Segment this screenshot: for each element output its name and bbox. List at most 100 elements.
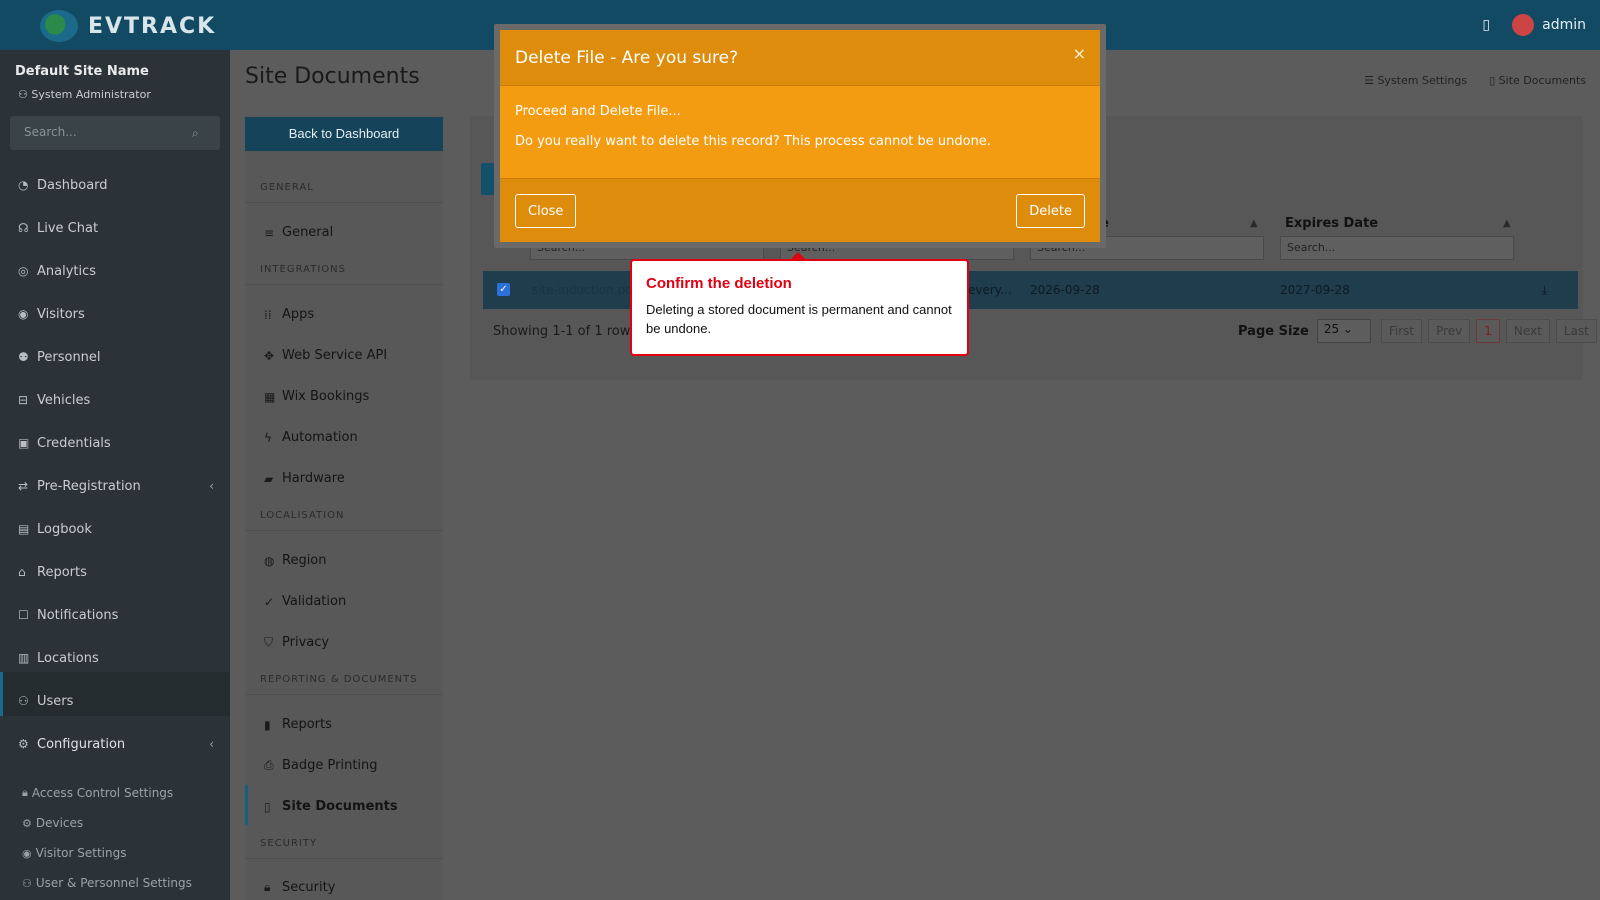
settings-item-privacy[interactable]: ⛉ Privacy [264, 635, 329, 650]
sidebar-item-label: Pre-Registration [37, 478, 141, 494]
modal-header: Delete File - Are you sure? × [500, 30, 1100, 86]
sidebar-item-label: Logbook [37, 521, 92, 537]
row-checkbox[interactable]: ✓ [497, 283, 510, 296]
sidebar-item-logbook[interactable]: ▤ Logbook [18, 518, 218, 540]
logo-text: EVTRACK [88, 13, 217, 39]
settings-item-security[interactable]: 🔒︎ Security [264, 880, 335, 895]
eye-icon: ◉ [22, 846, 32, 860]
settings-item-badge-printing[interactable]: ⎙ Badge Printing [264, 758, 378, 773]
sidebar-item-live-chat[interactable]: ☊ Live Chat [18, 217, 218, 239]
lightning-icon: ϟ [264, 430, 272, 445]
settings-item-label: Validation [282, 594, 347, 609]
first-page-button[interactable]: First [1380, 319, 1423, 343]
current-page-button[interactable]: 1 [1476, 319, 1500, 343]
settings-item-label: Automation [282, 430, 358, 445]
user-role: ⚇ System Administrator [18, 88, 151, 101]
breadcrumb-label: System Settings [1377, 74, 1468, 87]
search-icon[interactable]: ⌕ [192, 126, 199, 141]
settings-item-general[interactable]: ≡ General [264, 225, 333, 240]
close-icon[interactable]: × [1073, 44, 1086, 63]
sidebar-subitem-user-personnel[interactable]: ⚇ User & Personnel Settings [22, 876, 192, 890]
delete-button[interactable]: Delete [1016, 194, 1085, 228]
sidebar-item-pre-registration[interactable]: ⇄ Pre-Registration ‹ [18, 475, 218, 497]
section-heading-general: GENERAL [260, 182, 314, 193]
top-right-area: ▯ admin [1482, 14, 1586, 36]
settings-item-web-service-api[interactable]: ✥ Web Service API [264, 348, 387, 363]
back-to-dashboard-button[interactable]: Back to Dashboard [245, 117, 443, 151]
sidebar-item-personnel[interactable]: ⚉ Personnel [18, 346, 218, 368]
sidebar-subitem-label: Visitor Settings [35, 846, 127, 860]
user-menu[interactable]: admin [1512, 14, 1586, 36]
sidebar-item-users[interactable]: ⚇ Users [18, 690, 218, 712]
settings-item-label: General [282, 225, 334, 240]
settings-item-reports[interactable]: ▮ Reports [264, 717, 332, 732]
sidebar-item-analytics[interactable]: ◎ Analytics [18, 260, 218, 282]
logo-mark-icon [40, 10, 78, 42]
bar-chart-icon: ▮ [264, 717, 271, 732]
breadcrumb-item-system-settings[interactable]: ☰ System Settings [1364, 74, 1467, 87]
modal-body: Proceed and Delete File... Do you really… [500, 86, 1100, 178]
settings-item-site-documents[interactable]: ▯ Site Documents [264, 799, 398, 814]
documents-icon[interactable]: ▯ [1482, 17, 1490, 33]
sidebar-subitem-devices[interactable]: ⚙ Devices [22, 816, 83, 830]
sort-icon[interactable]: ▲ [1503, 218, 1511, 229]
sidebar-item-dashboard[interactable]: ◔ Dashboard [18, 174, 218, 196]
breadcrumb: ☰ System Settings ▯ Site Documents [1364, 74, 1586, 87]
calendar-icon: ▦ [264, 389, 276, 404]
sidebar-item-credentials[interactable]: ▣ Credentials [18, 432, 218, 454]
sidebar-subitem-label: User & Personnel Settings [35, 876, 192, 890]
cell-date: 2026-09-28 [1030, 283, 1100, 297]
sidebar-search-input[interactable]: Search... [10, 116, 220, 150]
last-page-button[interactable]: Last [1555, 319, 1597, 343]
file-icon: ▯ [264, 799, 271, 814]
divider [245, 694, 443, 695]
car-icon: ⊟ [18, 393, 29, 407]
settings-active-indicator [245, 785, 248, 825]
settings-item-hardware[interactable]: ▰ Hardware [264, 471, 345, 486]
settings-item-label: Region [282, 553, 327, 568]
nav-active-indicator [0, 672, 3, 716]
callout-text: Deleting a stored document is permanent … [646, 302, 952, 336]
sidebar-item-reports[interactable]: ⌂ Reports [18, 561, 218, 583]
settings-item-region[interactable]: ◍ Region [264, 553, 327, 568]
sidebar-item-label: Users [37, 693, 74, 709]
settings-item-label: Badge Printing [282, 758, 378, 773]
settings-item-automation[interactable]: ϟ Automation [264, 430, 358, 445]
sidebar-subitem-visitor-settings[interactable]: ◉ Visitor Settings [22, 846, 127, 860]
section-heading-security: SECURITY [260, 838, 318, 849]
badge-icon: ▣ [18, 436, 30, 450]
close-button[interactable]: Close [515, 194, 577, 228]
next-page-button[interactable]: Next [1505, 319, 1550, 343]
settings-item-label: Web Service API [282, 348, 388, 363]
hardware-icon: ▰ [264, 471, 274, 486]
sidebar-item-visitors[interactable]: ◉ Visitors [18, 303, 218, 325]
sidebar-item-notifications[interactable]: ☐ Notifications [18, 604, 218, 626]
sidebar-subitem-access-control[interactable]: 🔒︎ Access Control Settings [22, 786, 173, 800]
column-header-expires-date[interactable]: Expires Date [1285, 216, 1378, 231]
app-logo[interactable]: EVTRACK [40, 10, 240, 42]
sidebar-item-locations[interactable]: ▥ Locations [18, 647, 218, 669]
download-icon[interactable]: ⤓ [1542, 283, 1547, 298]
user-name: admin [1542, 17, 1586, 33]
settings-item-validation[interactable]: ✓ Validation [264, 594, 346, 609]
settings-item-label: Privacy [282, 635, 330, 650]
sidebar-item-configuration[interactable]: ⚙ Configuration ‹ [18, 733, 218, 755]
sidebar-item-label: Dashboard [37, 177, 108, 193]
gear-icon: ⚙ [18, 737, 29, 751]
sort-icon[interactable]: ▲ [1250, 218, 1258, 229]
page-size-select[interactable]: 25 ⌄ [1316, 319, 1371, 343]
callout-title: Confirm the deletion [646, 275, 792, 292]
sidebar-item-label: Personnel [37, 349, 101, 365]
cell-file-name[interactable]: site-induction.pd [532, 283, 633, 297]
sidebar-item-vehicles[interactable]: ⊟ Vehicles [18, 389, 218, 411]
column-search-expires[interactable]: Search... [1280, 236, 1514, 260]
settings-item-wix-bookings[interactable]: ▦ Wix Bookings [264, 389, 369, 404]
page-title: Site Documents [245, 64, 420, 89]
users-icon: ⚇ [22, 876, 32, 890]
prev-page-button[interactable]: Prev [1428, 319, 1471, 343]
grid-icon: ⁞⁞ [264, 307, 272, 322]
arrows-icon: ⇄ [18, 479, 29, 493]
pagination: Page Size 25 ⌄ First Prev 1 Next Last [1238, 319, 1597, 343]
sidebar-item-label: Visitors [37, 306, 85, 322]
settings-item-apps[interactable]: ⁞⁞ Apps [264, 307, 314, 322]
